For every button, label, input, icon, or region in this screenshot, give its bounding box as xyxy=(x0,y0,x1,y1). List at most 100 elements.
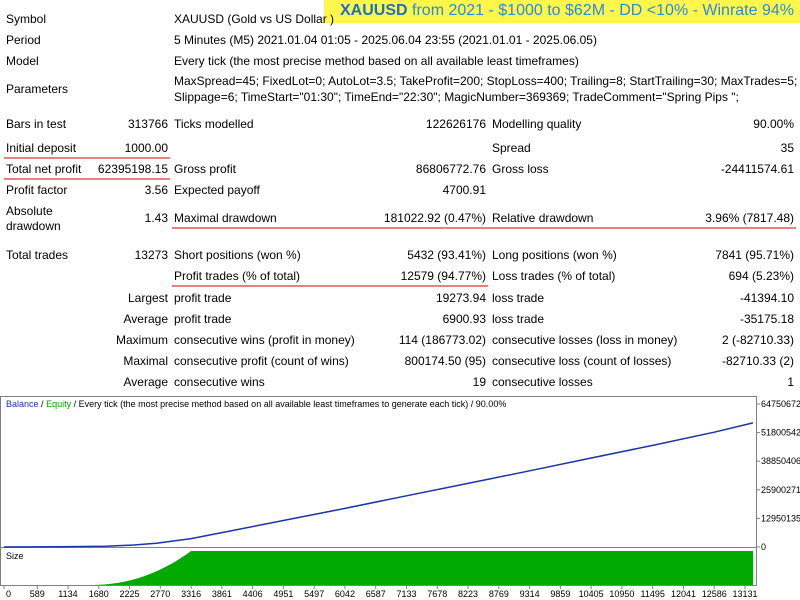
loss-trades-value: 694 (5.23%) xyxy=(728,269,794,283)
short-positions-label: Short positions (won %) xyxy=(174,248,301,262)
x-tick-label: 0 xyxy=(6,589,11,599)
quality-value: 90.00% xyxy=(753,117,794,131)
bars-value: 313766 xyxy=(127,117,168,131)
x-axis: 0 589 1134 1680 2225 2770 3316 3861 4406 4951 5497… xyxy=(3,586,758,599)
max-consecutive-wins-label: consecutive wins (profit in money) xyxy=(174,333,355,347)
avg-consecutive-wins-value: 19 xyxy=(472,375,486,389)
symbol-value: XAUUSD (Gold vs US Dollar ) xyxy=(174,12,335,26)
gross-loss-value: -24411574.61 xyxy=(720,162,794,176)
max-consecutive-losses-value: 2 (-82710.33) xyxy=(721,333,794,347)
x-tick-label: 9859 xyxy=(550,589,570,599)
chart-plot-frame xyxy=(0,396,757,548)
legend-separator: / xyxy=(41,399,44,409)
x-tick-label: 7133 xyxy=(397,589,417,599)
promo-banner-text: XAUUSD from 2021 - $1000 to $62M - DD <1… xyxy=(340,2,794,20)
average-consecutive-label: Average xyxy=(123,375,168,389)
avg-consecutive-wins-label: consecutive wins xyxy=(174,375,265,389)
x-tick-label: 10405 xyxy=(579,589,604,599)
x-tick-label: 1680 xyxy=(89,589,109,599)
largest-loss-trade-label: loss trade xyxy=(492,291,545,305)
average-profit-trade-value: 6900.93 xyxy=(442,312,486,326)
spread-label: Spread xyxy=(492,141,531,155)
max-consecutive-wins-value: 114 (186773.02) xyxy=(398,333,486,347)
profit-trades-underline xyxy=(172,285,488,287)
x-tick-label: 2770 xyxy=(150,589,170,599)
balance-chart: 64750672 51800542 38850406 25900271 12950135… xyxy=(0,396,800,599)
profit-trades-label: Profit trades (% of total) xyxy=(174,269,301,283)
net-profit-underline xyxy=(4,178,170,180)
y-tick-label: 64750672 xyxy=(761,399,800,409)
relative-drawdown-value: 3.96% (7817.48) xyxy=(705,211,794,225)
ticks-value: 122626176 xyxy=(425,117,486,131)
gross-profit-label: Gross profit xyxy=(174,162,237,176)
maximum-label: Maximum xyxy=(115,333,168,347)
short-positions-value: 5432 (93.41%) xyxy=(407,248,486,262)
average-loss-trade-label: loss trade xyxy=(492,312,545,326)
deposit-label: Initial deposit xyxy=(6,141,77,155)
x-tick-label: 3316 xyxy=(181,589,201,599)
x-tick-label: 12041 xyxy=(671,589,696,599)
x-tick-label: 7678 xyxy=(427,589,447,599)
y-tick-label: 38850406 xyxy=(761,456,800,466)
average-loss-trade-value: -35175.18 xyxy=(739,312,794,326)
legend-description: / Every tick (the most precise method ba… xyxy=(73,399,507,409)
x-tick-label: 11495 xyxy=(640,589,664,599)
net-profit-label: Total net profit xyxy=(6,162,82,176)
quality-label: Modelling quality xyxy=(492,117,582,131)
y-tick-label: 12950135 xyxy=(761,513,800,523)
x-tick-label: 589 xyxy=(30,589,45,599)
x-tick-label: 6042 xyxy=(335,589,355,599)
absolute-drawdown-label-2: drawdown xyxy=(6,219,61,233)
x-tick-label: 5497 xyxy=(304,589,324,599)
parameters-line-2: Slippage=6; TimeStart="01:30"; TimeEnd="… xyxy=(174,90,739,104)
absolute-drawdown-value: 1.43 xyxy=(144,211,168,225)
drawdown-underline xyxy=(172,227,796,229)
x-tick-label: 4951 xyxy=(273,589,293,599)
average-profit-trade-label: profit trade xyxy=(174,312,232,326)
y-axis: 64750672 51800542 38850406 25900271 12950135… xyxy=(757,399,800,552)
gross-profit-value: 86806772.76 xyxy=(415,162,486,176)
largest-loss-trade-value: -41394.10 xyxy=(739,291,794,305)
maximal-consecutive-loss-label: consecutive loss (count of losses) xyxy=(492,354,672,368)
spread-value: 35 xyxy=(780,141,794,155)
expected-payoff-label: Expected payoff xyxy=(174,183,260,197)
period-label: Period xyxy=(6,33,41,47)
parameters-line-1: MaxSpread=45; FixedLot=0; AutoLot=3.5; T… xyxy=(174,74,798,88)
model-value: Every tick (the most precise method base… xyxy=(174,54,579,68)
average-label: Average xyxy=(123,312,168,326)
x-tick-label: 8769 xyxy=(489,589,509,599)
avg-consecutive-losses-value: 1 xyxy=(787,375,794,389)
max-drawdown-value: 181022.92 (0.47%) xyxy=(383,211,486,225)
profit-factor-label: Profit factor xyxy=(6,183,68,197)
ticks-label: Ticks modelled xyxy=(174,117,254,131)
parameters-label: Parameters xyxy=(6,82,69,96)
model-label: Model xyxy=(6,54,39,68)
x-tick-label: 10950 xyxy=(609,589,634,599)
legend-balance: Balance xyxy=(6,399,39,409)
x-tick-label: 8223 xyxy=(458,589,478,599)
profit-trades-value: 12579 (94.77%) xyxy=(400,269,486,283)
banner-symbol: XAUUSD xyxy=(340,2,408,19)
long-positions-label: Long positions (won %) xyxy=(492,248,617,262)
deposit-underline xyxy=(4,157,170,159)
size-panel-label: Size xyxy=(6,551,24,561)
x-tick-label: 12586 xyxy=(702,589,727,599)
expected-payoff-value: 4700.91 xyxy=(442,183,486,197)
deposit-value: 1000.00 xyxy=(124,141,168,155)
x-tick-label: 6587 xyxy=(366,589,386,599)
x-tick-label: 1134 xyxy=(58,589,77,599)
net-profit-value: 62395198.15 xyxy=(97,162,168,176)
x-tick-label: 3861 xyxy=(212,589,232,599)
chart-legend: Balance / Equity / Every tick (the most … xyxy=(6,399,506,409)
total-trades-label: Total trades xyxy=(6,248,69,262)
x-tick-label: 2225 xyxy=(120,589,140,599)
symbol-label: Symbol xyxy=(6,12,47,26)
maximal-consecutive-loss-value: -82710.33 (2) xyxy=(721,354,794,368)
total-trades-value: 13273 xyxy=(134,248,168,262)
legend-equity: Equity xyxy=(46,399,72,409)
absolute-drawdown-label-1: Absolute xyxy=(6,204,53,218)
avg-consecutive-losses-label: consecutive losses xyxy=(492,375,593,389)
long-positions-value: 7841 (95.71%) xyxy=(715,248,794,262)
loss-trades-label: Loss trades (% of total) xyxy=(492,269,616,283)
max-drawdown-label: Maximal drawdown xyxy=(174,211,277,225)
